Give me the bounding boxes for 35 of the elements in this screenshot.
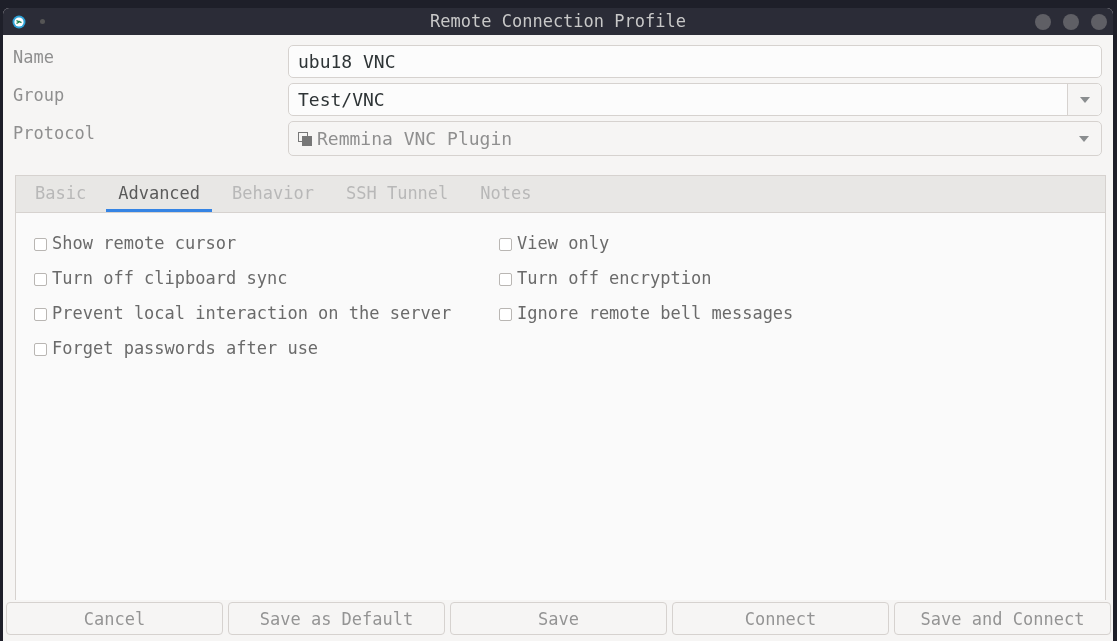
caret-icon	[1079, 135, 1089, 142]
name-input[interactable]: ubu18 VNC	[288, 45, 1102, 78]
dialog-button[interactable]: Cancel	[6, 602, 223, 635]
dialog-button[interactable]: Connect	[672, 602, 889, 635]
field-label: Protocol	[13, 122, 96, 145]
checkbox-label[interactable]: Ignore remote bell messages	[517, 303, 794, 323]
window-title: Remote Connection Profile	[430, 11, 686, 31]
field-label: Group	[13, 84, 66, 107]
maximize-button[interactable]	[1063, 13, 1079, 30]
caret-icon	[1079, 96, 1090, 103]
checkbox-label[interactable]: Prevent local interaction on the server	[52, 303, 452, 323]
plugin-icon	[298, 131, 312, 146]
checkbox-label[interactable]: Turn off encryption	[517, 268, 712, 288]
field-label: Name	[13, 46, 55, 69]
checkbox[interactable]	[34, 343, 47, 356]
checkbox[interactable]	[499, 273, 512, 286]
sticky-dot-icon[interactable]	[40, 19, 45, 24]
protocol-dropdown[interactable]: Remmina VNC Plugin	[288, 121, 1102, 156]
group-combo-entry[interactable]: Test/VNC	[288, 83, 1102, 116]
minimize-button[interactable]	[1035, 13, 1051, 30]
checkbox[interactable]	[499, 308, 512, 321]
checkbox-label[interactable]: View only	[517, 233, 610, 253]
checkbox[interactable]	[34, 273, 47, 286]
close-button[interactable]	[1091, 13, 1107, 30]
app-icon	[12, 14, 26, 29]
dialog-button[interactable]: Save as Default	[228, 602, 445, 635]
checkbox[interactable]	[34, 308, 47, 321]
checkbox-label[interactable]: Forget passwords after use	[52, 338, 319, 358]
checkbox-label[interactable]: Turn off clipboard sync	[52, 268, 288, 288]
dropdown-button[interactable]	[1067, 84, 1101, 115]
checkbox[interactable]	[499, 238, 512, 251]
checkbox-label[interactable]: Show remote cursor	[52, 233, 237, 253]
dialog-button[interactable]: Save and Connect	[894, 602, 1111, 635]
dialog-button[interactable]: Save	[450, 602, 667, 635]
checkbox[interactable]	[34, 238, 47, 251]
